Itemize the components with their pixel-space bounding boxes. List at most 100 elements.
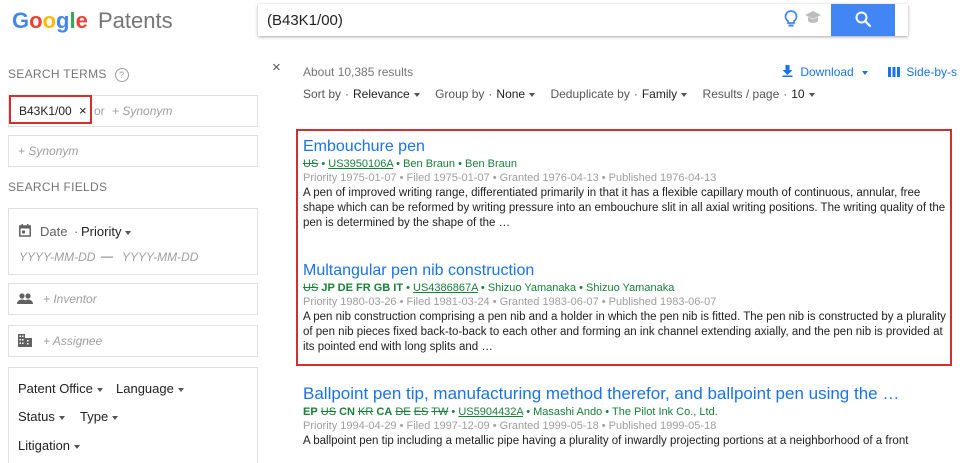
building-icon xyxy=(18,334,32,352)
logo-letter: e xyxy=(75,8,88,33)
result-dates: Priority 1980-03-26 • Filed 1981-03-24 •… xyxy=(303,296,717,308)
type-label: Type xyxy=(80,409,109,424)
group-value: None xyxy=(496,87,526,101)
date-range-dash: — xyxy=(101,249,113,263)
chevron-down-icon xyxy=(861,70,868,75)
meta-separator: • xyxy=(448,406,459,418)
result-meta: US • US3950106A • Ben Braun • Ben Braun xyxy=(303,158,953,170)
office-code: DE xyxy=(395,406,411,418)
office-code: CN xyxy=(339,406,355,418)
search-bar[interactable]: (B43K1/00) xyxy=(258,4,908,36)
result-abstract: A pen nib construction comprising a pen … xyxy=(303,311,946,353)
assignee-input[interactable]: + Assignee xyxy=(43,334,102,348)
result-title[interactable]: Ballpoint pen tip, manufacturing method … xyxy=(303,384,953,404)
date-type-value: Priority xyxy=(81,224,122,239)
google-wordmark: Google xyxy=(12,8,94,33)
result-inventors: Ben Braun • Ben Braun xyxy=(403,158,517,170)
lightbulb-icon[interactable] xyxy=(784,10,798,33)
result-title[interactable]: Multangular pen nib construction xyxy=(303,262,953,280)
dot-separator: · xyxy=(345,87,350,101)
office-code: US xyxy=(320,406,337,418)
download-label: Download xyxy=(800,65,854,79)
result-item: Multangular pen nib construction US JP D… xyxy=(303,262,953,355)
office-code: CA xyxy=(376,406,393,418)
inventor-input[interactable]: + Inventor xyxy=(43,292,97,306)
result-abstract: A ballpoint pen tip including a metallic… xyxy=(303,435,909,447)
search-query-text[interactable]: (B43K1/00) xyxy=(267,12,343,29)
result-count: About 10,385 results xyxy=(303,65,414,79)
columns-icon xyxy=(888,65,903,79)
per-page-dropdown[interactable]: Results / page · 10 xyxy=(703,87,815,101)
result-dates: Priority 1994-04-29 • Filed 1997-12-09 •… xyxy=(303,420,717,432)
date-label: Date xyxy=(40,224,68,239)
chevron-down-icon xyxy=(58,415,65,420)
search-fields-title: SEARCH FIELDS xyxy=(8,180,108,194)
sort-value: Relevance xyxy=(353,87,410,101)
office-code: ES xyxy=(413,406,429,418)
meta-separator: • xyxy=(393,158,404,170)
inventor-box[interactable]: + Inventor xyxy=(8,283,258,315)
chevron-down-icon xyxy=(96,387,103,392)
status-label: Status xyxy=(18,409,55,424)
result-dates: Priority 1975-01-07 • Filed 1975-01-07 •… xyxy=(303,172,717,184)
language-dropdown[interactable]: Language xyxy=(116,381,184,396)
chevron-down-icon xyxy=(808,92,815,97)
status-dropdown[interactable]: Status xyxy=(18,409,65,424)
search-button[interactable] xyxy=(831,4,895,36)
meta-separator: • xyxy=(318,158,329,170)
graduation-cap-icon[interactable] xyxy=(804,10,822,28)
type-dropdown[interactable]: Type xyxy=(80,409,119,424)
sort-dropdown[interactable]: Sort by · Relevance xyxy=(303,87,420,101)
dedupe-dropdown[interactable]: Deduplicate by · Family xyxy=(550,87,688,101)
per-page-value: 10 xyxy=(791,87,805,101)
chevron-down-icon xyxy=(125,230,132,235)
publication-number[interactable]: US3950106A xyxy=(328,158,393,170)
result-meta: EP US CN KR CA DE ES TW • US5904432A • M… xyxy=(303,406,953,418)
search-term-chip[interactable]: B43K1/00 × xyxy=(9,95,92,124)
close-sidebar-icon[interactable]: × xyxy=(272,59,281,76)
filter-box: Patent Office Language Status Type Litig… xyxy=(8,367,258,463)
litigation-label: Litigation xyxy=(18,438,71,453)
result-inventors: Masashi Ando • The Pilot Ink Co., Ltd. xyxy=(533,406,718,418)
result-title[interactable]: Embouchure pen xyxy=(303,138,953,156)
publication-number[interactable]: US4386867A xyxy=(413,282,478,294)
search-terms-heading: SEARCH TERMS? xyxy=(8,67,129,82)
results-controls: Sort by · Relevance Group by · None Deduplic… xyxy=(303,87,827,101)
chevron-down-icon xyxy=(413,92,420,97)
assignee-box[interactable]: + Assignee xyxy=(8,325,258,357)
google-patents-logo[interactable]: Google Patents xyxy=(12,8,173,34)
chip-remove-icon[interactable]: × xyxy=(79,103,87,118)
chevron-down-icon xyxy=(112,415,119,420)
result-abstract: A pen of improved writing range, differe… xyxy=(303,187,946,229)
litigation-dropdown[interactable]: Litigation xyxy=(18,438,81,453)
dot-separator: · xyxy=(488,87,493,101)
download-icon xyxy=(782,65,796,79)
side-by-side-label: Side-by-s xyxy=(906,65,958,79)
help-icon[interactable]: ? xyxy=(114,67,129,82)
dot-separator: · xyxy=(783,87,788,101)
or-text: or xyxy=(94,104,105,118)
date-from-input[interactable]: YYYY-MM-DD xyxy=(19,250,95,264)
synonym-input-2[interactable]: + Synonym xyxy=(18,144,78,158)
office-code: US xyxy=(303,158,319,170)
patent-office-dropdown[interactable]: Patent Office xyxy=(18,381,103,396)
per-page-label: Results / page xyxy=(702,87,780,101)
date-to-input[interactable]: YYYY-MM-DD xyxy=(122,250,198,264)
calendar-icon xyxy=(19,224,31,242)
logo-letter: o xyxy=(42,8,57,33)
date-type-dropdown[interactable]: Priority xyxy=(81,224,132,239)
side-by-side-button[interactable]: Side-by-s xyxy=(888,65,957,79)
publication-number[interactable]: US5904432A xyxy=(458,406,523,418)
synonym-box[interactable]: + Synonym xyxy=(8,135,258,167)
download-button[interactable]: Download xyxy=(782,65,868,79)
meta-separator: • xyxy=(477,282,488,294)
group-dropdown[interactable]: Group by · None xyxy=(435,87,536,101)
sort-label: Sort by xyxy=(303,87,342,101)
logo-letter: G xyxy=(12,8,30,33)
meta-separator: • xyxy=(523,406,534,418)
result-inventors: Shizuo Yamanaka • Shizuo Yamanaka xyxy=(487,282,675,294)
chevron-down-icon xyxy=(529,92,536,97)
result-meta: US JP DE FR GB IT • US4386867A • Shizuo … xyxy=(303,282,953,294)
synonym-input[interactable]: + Synonym xyxy=(112,104,172,118)
dedupe-label: Deduplicate by xyxy=(550,87,630,101)
